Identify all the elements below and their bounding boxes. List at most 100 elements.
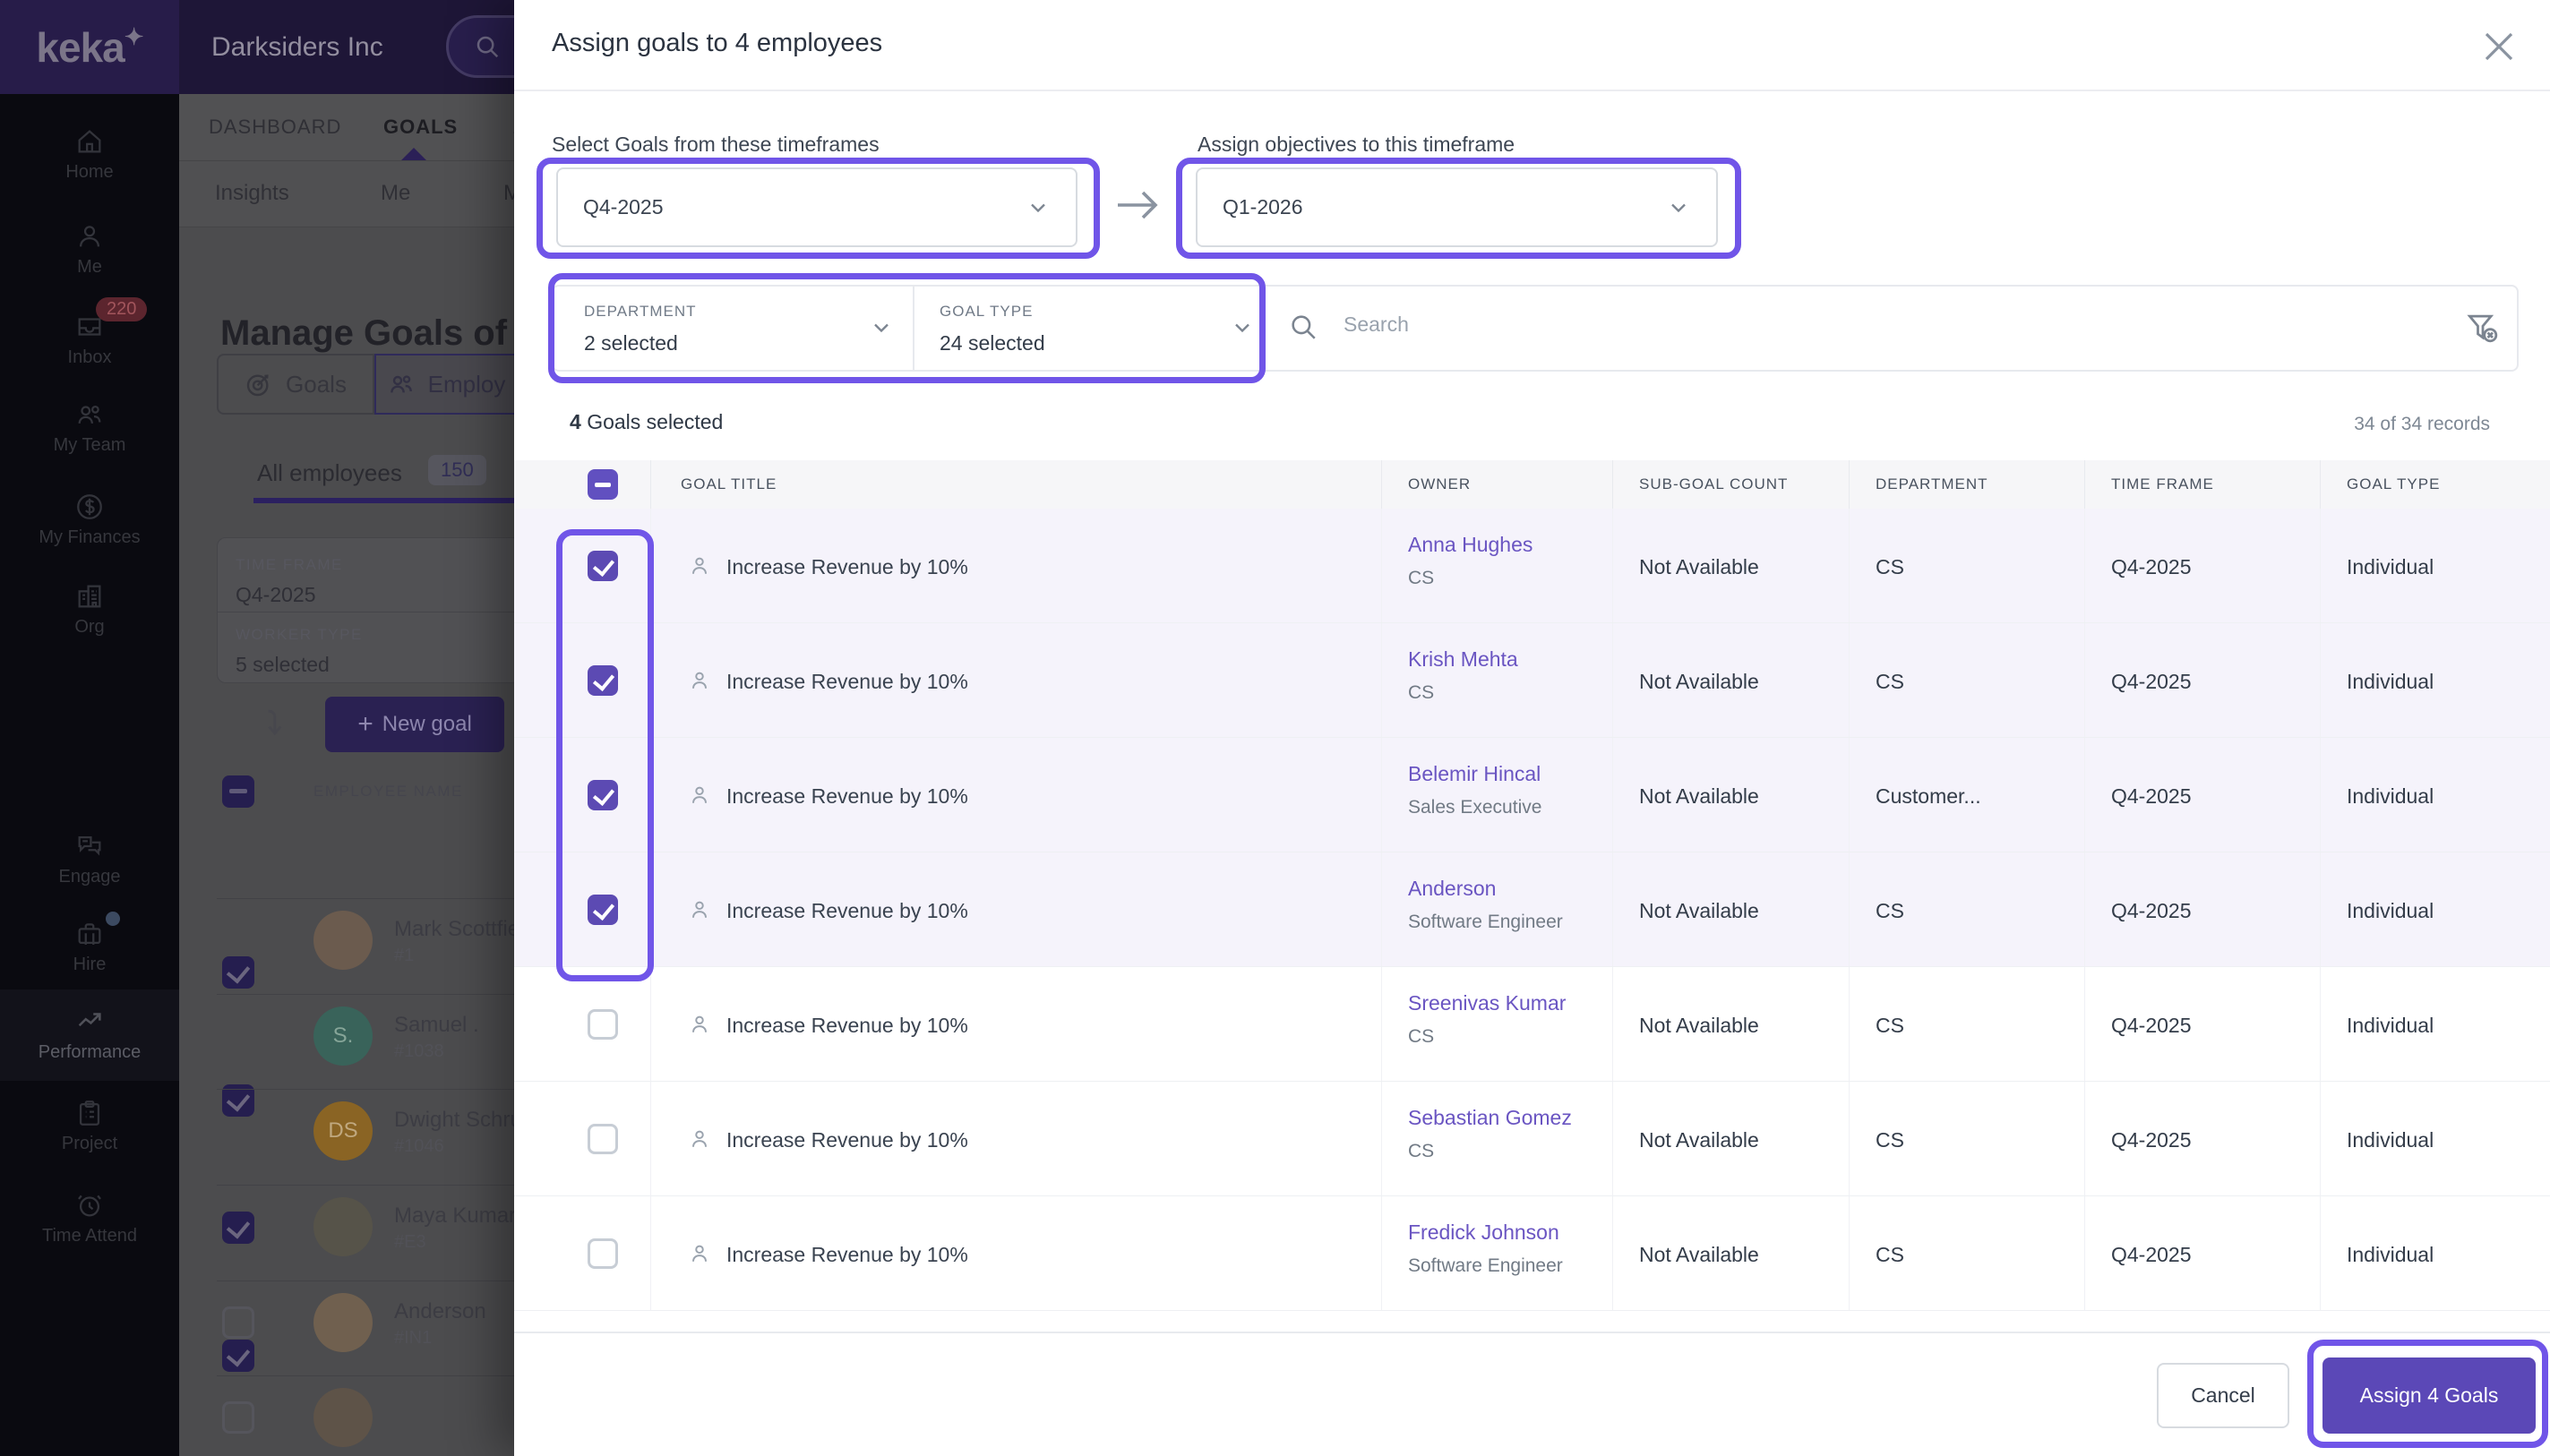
sidebar-item-org[interactable]: Org — [0, 581, 179, 667]
owner-role: Sales Executive — [1408, 797, 1542, 818]
column-header-sub-goal-count: SUB-GOAL COUNT — [1639, 475, 1789, 492]
tab-dashboard[interactable]: DASHBOARD — [209, 116, 341, 139]
column-divider — [1612, 738, 1613, 852]
view-tab-goals[interactable]: Goals — [217, 354, 374, 415]
to-timeframe-label: Assign objectives to this timeframe — [1198, 133, 1515, 156]
goal-row[interactable]: Increase Revenue by 10% Sebastian Gomez CS… — [514, 1082, 2550, 1196]
sidebar-item-my-team[interactable]: My Team — [0, 399, 179, 485]
alarm-icon — [74, 1190, 105, 1220]
inbox-count-badge: 220 — [96, 297, 148, 321]
owner-name-link[interactable]: Sebastian Gomez — [1408, 1106, 1572, 1130]
sidebar-item-engage[interactable]: Engage — [0, 831, 179, 917]
assign-goals-button[interactable]: Assign 4 Goals — [2322, 1358, 2536, 1434]
target-icon — [245, 370, 273, 398]
owner-name-link[interactable]: Anderson — [1408, 877, 1496, 901]
all-employees-tab[interactable]: All employees — [257, 459, 402, 487]
subtab-me[interactable]: Me — [381, 181, 410, 206]
column-divider — [1612, 460, 1613, 509]
time-frame: Q4-2025 — [2111, 670, 2192, 693]
modal-title: Assign goals to 4 employees — [552, 29, 883, 57]
goal-row[interactable]: Increase Revenue by 10% Anderson Software … — [514, 852, 2550, 967]
column-divider — [2320, 1082, 2321, 1195]
table-filter-toolbar: DEPARTMENT 2 selected GOAL TYPE 24 selec… — [552, 285, 2519, 372]
subtab-insights[interactable]: Insights — [215, 181, 289, 206]
employee-name: Dwight Schru — [394, 1108, 522, 1132]
select-all-employees-checkbox[interactable] — [222, 775, 254, 808]
employee-id: #1038 — [394, 1041, 444, 1061]
goal-checkbox[interactable] — [588, 1124, 618, 1154]
owner-name-link[interactable]: Fredick Johnson — [1408, 1220, 1559, 1245]
goal-title: Increase Revenue by 10% — [726, 1014, 968, 1037]
column-divider — [1381, 1082, 1382, 1195]
column-divider — [1612, 1082, 1613, 1195]
goal-row[interactable]: Increase Revenue by 10% Anna Hughes CS Not … — [514, 509, 2550, 623]
new-goal-button[interactable]: + New goal — [325, 697, 504, 752]
department-filter-dropdown[interactable]: DEPARTMENT 2 selected — [554, 287, 913, 370]
people-icon — [387, 370, 416, 398]
owner-role: CS — [1408, 1141, 1435, 1161]
arrow-right-icon — [1112, 184, 1163, 227]
goal-checkbox[interactable] — [588, 551, 618, 581]
employee-checkbox[interactable] — [222, 1306, 254, 1339]
employee-checkbox[interactable] — [222, 1212, 254, 1244]
select-all-goals-checkbox[interactable] — [588, 469, 618, 500]
goal-checkbox[interactable] — [588, 780, 618, 810]
plus-icon: + — [357, 709, 373, 739]
department: CS — [1876, 1243, 1904, 1266]
goal-row[interactable]: Increase Revenue by 10% Krish Mehta CS Not … — [514, 623, 2550, 738]
clear-filter-icon[interactable] — [2463, 308, 2503, 347]
goal-checkbox[interactable] — [588, 1238, 618, 1269]
from-timeframe-select[interactable]: Q4-2025 — [556, 167, 1078, 247]
time-frame: Q4-2025 — [2111, 555, 2192, 578]
page-title: Manage Goals of O — [220, 313, 545, 353]
tab-goals[interactable]: GOALS — [383, 116, 458, 139]
goal-checkbox[interactable] — [588, 1009, 618, 1040]
goal-row[interactable]: Increase Revenue by 10% Fredick Johnson So… — [514, 1196, 2550, 1311]
time-frame: Q4-2025 — [2111, 1128, 2192, 1152]
avatar: DS — [313, 1101, 373, 1161]
goal-checkbox[interactable] — [588, 895, 618, 925]
people-icon — [74, 399, 105, 430]
column-divider — [2084, 1196, 2085, 1310]
column-divider — [1849, 852, 1850, 966]
goal-title: Increase Revenue by 10% — [726, 1128, 968, 1152]
employee-name: Anderson — [394, 1299, 486, 1323]
owner-name-link[interactable]: Krish Mehta — [1408, 647, 1518, 672]
goal-row[interactable]: Increase Revenue by 10% Belemir Hincal Sal… — [514, 738, 2550, 852]
sidebar-item-performance[interactable]: Performance — [0, 1006, 179, 1092]
employee-checkbox[interactable] — [222, 1340, 254, 1372]
employee-checkbox[interactable] — [222, 1401, 254, 1434]
worker-type-value[interactable]: 5 selected — [236, 653, 330, 677]
owner-name-link[interactable]: Anna Hughes — [1408, 533, 1533, 557]
sidebar-item-me[interactable]: Me — [0, 221, 179, 307]
sub-goal-count: Not Available — [1639, 555, 1759, 578]
keka-logo[interactable]: keka✦ — [0, 0, 179, 94]
column-divider — [1381, 852, 1382, 966]
employee-id: #E3 — [394, 1232, 426, 1252]
employee-name: Mark Scottfie — [394, 917, 520, 941]
goal-checkbox[interactable] — [588, 665, 618, 696]
time-frame-value[interactable]: Q4-2025 — [236, 583, 316, 607]
sidebar-item-my-finances[interactable]: My Finances — [0, 492, 179, 578]
column-divider — [1849, 509, 1850, 622]
avatar: S. — [313, 1006, 373, 1066]
sidebar-item-home[interactable]: Home — [0, 126, 179, 212]
owner-role: CS — [1408, 1026, 1435, 1047]
goal-row[interactable]: Increase Revenue by 10% Sreenivas Kumar CS… — [514, 967, 2550, 1082]
active-tab-indicator — [401, 148, 426, 160]
employee-checkbox[interactable] — [222, 956, 254, 989]
goal-search-input[interactable] — [1342, 312, 2151, 338]
to-timeframe-select[interactable]: Q1-2026 — [1196, 167, 1718, 247]
sort-icon[interactable] — [253, 703, 293, 742]
view-tab-employees[interactable]: Employ — [374, 354, 518, 415]
close-icon[interactable] — [2477, 25, 2520, 68]
sidebar-item-time-attend[interactable]: Time Attend — [0, 1190, 179, 1276]
sidebar-item-project[interactable]: Project — [0, 1098, 179, 1184]
goal-type-filter-dropdown[interactable]: GOAL TYPE 24 selected — [914, 287, 1261, 370]
goals-table-body: Increase Revenue by 10% Anna Hughes CS Not … — [514, 509, 2550, 1332]
owner-name-link[interactable]: Sreenivas Kumar — [1408, 991, 1566, 1015]
owner-name-link[interactable]: Belemir Hincal — [1408, 762, 1541, 786]
sidebar-item-inbox[interactable]: Inbox 220 — [0, 297, 179, 398]
cancel-button[interactable]: Cancel — [2157, 1363, 2289, 1428]
person-icon — [687, 668, 712, 693]
